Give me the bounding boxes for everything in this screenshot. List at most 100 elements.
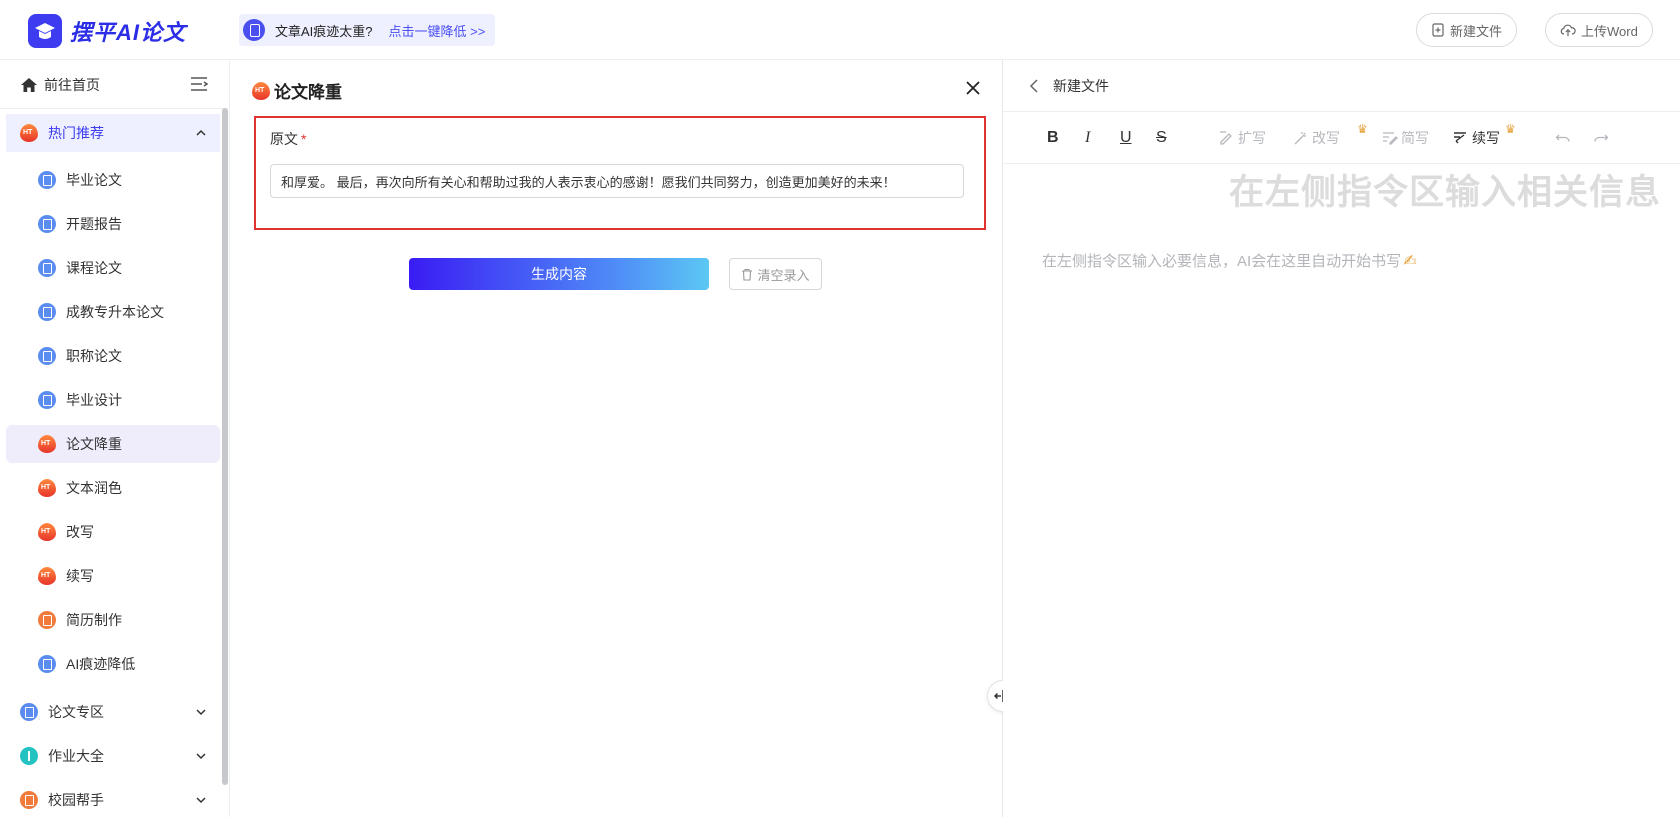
magic-wand-icon (1294, 132, 1306, 145)
sidebar-group-label: 作业大全 (48, 748, 104, 764)
underline-button[interactable]: U (1120, 128, 1132, 148)
doc-icon (38, 655, 56, 673)
sidebar-item-graduation-design[interactable]: 毕业设计 (6, 381, 220, 419)
rewrite-label: 改写 (1312, 130, 1340, 146)
panel-title: 论文降重 (252, 78, 342, 103)
promo-question: 文章AI痕迹太重? (275, 23, 373, 39)
source-text-input[interactable] (270, 164, 964, 198)
go-home-link[interactable]: 前往首页 (20, 70, 215, 100)
expand-label: 扩写 (1238, 130, 1266, 146)
chevron-down-icon (196, 797, 206, 804)
go-home-label: 前往首页 (44, 77, 100, 93)
sidebar-group-paper-zone[interactable]: 论文专区 (6, 693, 220, 731)
editor-placeholder-text: 在左侧指令区输入必要信息，AI会在这里自动开始书写 (1042, 253, 1402, 270)
sidebar-group-label: 校园帮手 (48, 792, 104, 808)
file-title[interactable]: 新建文件 (1053, 76, 1109, 96)
logo-icon (28, 14, 62, 48)
sidebar-item-paper-dedup[interactable]: 论文降重 (6, 425, 220, 463)
sidebar-item-title-paper[interactable]: 职称论文 (6, 337, 220, 375)
editor-watermark: 在左侧指令区输入相关信息 (1229, 173, 1662, 212)
doc-icon (38, 171, 56, 189)
fire-icon (252, 81, 270, 100)
continue-writing-button[interactable]: 续写 ♛ (1453, 122, 1516, 148)
new-file-icon (1432, 23, 1444, 37)
ai-trace-promo[interactable]: 文章AI痕迹太重? 点击一键降低 >> (239, 14, 496, 46)
sidebar-item-rewrite[interactable]: 改写 (6, 513, 220, 551)
sidebar-item-adult-ed-paper[interactable]: 成教专升本论文 (6, 293, 220, 331)
crown-icon: ♛ (1505, 122, 1516, 136)
redo-button[interactable] (1593, 128, 1612, 148)
sidebar-item-label: 职称论文 (66, 348, 122, 364)
sidebar-item-label: 毕业论文 (66, 172, 122, 188)
undo-button[interactable] (1555, 128, 1574, 148)
sidebar-scrollbar[interactable] (222, 108, 228, 785)
sidebar-item-label: 续写 (66, 568, 94, 584)
close-icon[interactable] (965, 80, 981, 99)
sidebar-item-label: 开题报告 (66, 216, 122, 232)
bold-button[interactable]: B (1047, 128, 1059, 148)
sidebar-item-label: AI痕迹降低 (66, 656, 136, 672)
sidebar-item-label: 课程论文 (66, 260, 122, 276)
simplify-button[interactable]: 简写 (1382, 128, 1429, 148)
sidebar-item-label: 毕业设计 (66, 392, 122, 408)
editor-header: 新建文件 (1003, 60, 1680, 112)
ai-doc-icon (243, 19, 265, 41)
source-text-field-group: 原文 * (254, 116, 986, 230)
fire-icon (20, 124, 38, 142)
collapse-menu-icon[interactable] (190, 76, 209, 95)
rewrite-button[interactable]: 改写 ♛ (1293, 122, 1368, 148)
simplify-label: 简写 (1401, 130, 1429, 146)
editor-placeholder[interactable]: 在左侧指令区输入必要信息，AI会在这里自动开始书写 ✍ (1042, 250, 1417, 271)
sidebar-item-resume[interactable]: 简历制作 (6, 601, 220, 639)
new-file-button[interactable]: 新建文件 (1416, 13, 1518, 47)
clear-input-button[interactable]: 清空录入 (729, 258, 822, 290)
sidebar-item-course-paper[interactable]: 课程论文 (6, 249, 220, 287)
trash-icon (742, 268, 753, 281)
sidebar-group-homework[interactable]: 作业大全 (6, 737, 220, 775)
instruction-panel: 论文降重 原文* 生成内容 清空录入 (230, 60, 1002, 817)
top-header: 摆平AI论文 文章AI痕迹太重? 点击一键降低 >> 新建文件 上传Word (0, 0, 1680, 60)
writing-hand-icon: ✍ (1403, 252, 1417, 270)
doc-icon (38, 259, 56, 277)
sidebar-group-hot[interactable]: 热门推荐 (6, 114, 220, 152)
sidebar-item-label: 文本润色 (66, 480, 122, 496)
editor-toolbar: B I U S 扩写 改写 ♛ 简写 续写 ♛ (1003, 112, 1680, 164)
generate-content-button[interactable]: 生成内容 (409, 258, 709, 290)
fire-icon (38, 567, 56, 585)
cloud-upload-icon (1560, 24, 1576, 36)
sidebar-group-label: 论文专区 (48, 704, 104, 720)
fire-icon (38, 479, 56, 497)
logo-text: 摆平AI论文 (70, 20, 187, 45)
continue-writing-label: 续写 (1472, 130, 1500, 146)
resume-icon (38, 611, 56, 629)
expand-button[interactable]: 扩写 (1219, 128, 1266, 148)
pen-icon (20, 747, 38, 765)
sidebar: 前往首页 热门推荐 毕业论文 开题报告 课程论文 成教专升本论文 职称论文 毕业… (0, 60, 230, 817)
sidebar-item-graduation-thesis[interactable]: 毕业论文 (6, 161, 220, 199)
doc-icon (38, 215, 56, 233)
home-icon (21, 78, 37, 92)
sidebar-item-continue-writing[interactable]: 续写 (6, 557, 220, 595)
chevron-down-icon (196, 709, 206, 716)
sidebar-item-ai-trace-reduce[interactable]: AI痕迹降低 (6, 645, 220, 683)
undo-icon (1555, 134, 1570, 142)
sidebar-item-text-polish[interactable]: 文本润色 (6, 469, 220, 507)
sidebar-group-campus-helper[interactable]: 校园帮手 (6, 781, 220, 819)
doc-icon (38, 303, 56, 321)
promo-link[interactable]: 点击一键降低 >> (389, 21, 486, 40)
sidebar-item-label: 论文降重 (66, 436, 122, 452)
sidebar-group-label: 热门推荐 (48, 125, 104, 141)
back-chevron-icon[interactable] (1029, 78, 1039, 93)
doc-icon (20, 703, 38, 721)
upload-word-button[interactable]: 上传Word (1545, 13, 1653, 47)
new-file-label: 新建文件 (1450, 23, 1503, 39)
source-text-label: 原文 * (270, 129, 306, 149)
italic-button[interactable]: I (1085, 128, 1090, 148)
source-text-label-text: 原文 (270, 131, 298, 147)
chevron-up-icon (196, 129, 206, 136)
strikethrough-button[interactable]: S (1156, 128, 1167, 148)
sidebar-divider (0, 108, 228, 109)
sidebar-item-proposal-report[interactable]: 开题报告 (6, 205, 220, 243)
logo[interactable]: 摆平AI论文 (28, 14, 186, 48)
simplify-icon (1383, 132, 1398, 145)
